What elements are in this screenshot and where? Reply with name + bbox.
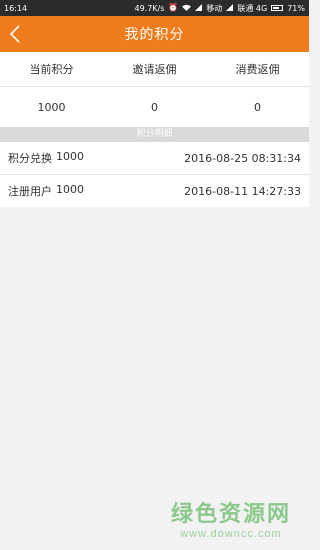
item-amount: 1000 [56,183,84,196]
label-current-points: 当前积分 [29,63,74,76]
item-type: 注册用户 [8,185,52,198]
network-speed: 49.7K/s [134,3,165,13]
watermark-url: www.downcc.com [180,528,282,540]
status-right: 49.7K/s ⏰ 移动 联通 4G 71% [134,3,305,14]
status-time: 16:14 [4,3,28,13]
item-description: 注册用户 1000 [8,183,84,199]
summary-labels-row: 当前积分 邀请返佣 消费返佣 [0,52,309,87]
list-item[interactable]: 积分兑换 1000 2016-08-25 08:31:34 [0,142,309,175]
value-consume-commission: 0 [254,100,261,114]
status-bar: 16:14 49.7K/s ⏰ 移动 联通 4G 71% [0,0,309,16]
battery-icon [271,5,284,11]
watermark: 绿色资源网 www.downcc.com [171,496,291,540]
list-item[interactable]: 注册用户 1000 2016-08-11 14:27:33 [0,175,309,207]
item-time: 2016-08-25 08:31:34 [184,151,301,165]
carrier-1: 移动 [206,3,223,13]
item-description: 积分兑换 1000 [8,150,84,166]
points-detail-list: 积分兑换 1000 2016-08-25 08:31:34 注册用户 1000 … [0,142,309,207]
summary-values-row: 1000 0 0 [0,87,309,127]
battery-level: 71% [287,3,305,13]
back-button[interactable] [6,24,24,44]
value-current-points: 1000 [37,100,66,114]
value-invite-commission: 0 [151,100,158,114]
app-header: 我的积分 [0,16,309,52]
points-summary: 当前积分 邀请返佣 消费返佣 1000 0 0 [0,52,309,127]
item-amount: 1000 [56,150,84,163]
label-invite-commission: 邀请返佣 [132,63,177,76]
alarm-icon: ⏰ [168,3,179,12]
item-time: 2016-08-11 14:27:33 [184,184,301,198]
watermark-text: 绿色资源网 [170,502,291,527]
signal-icon [195,3,203,13]
carrier-2: 联通 4G [237,3,268,13]
label-consume-commission: 消费返佣 [235,63,280,76]
item-type: 积分兑换 [8,152,52,165]
chevron-left-icon [10,25,20,43]
page-title: 我的积分 [124,27,185,43]
signal-icon-2 [226,3,234,13]
wifi-icon [182,4,192,13]
section-title: 积分明细 [0,127,309,142]
